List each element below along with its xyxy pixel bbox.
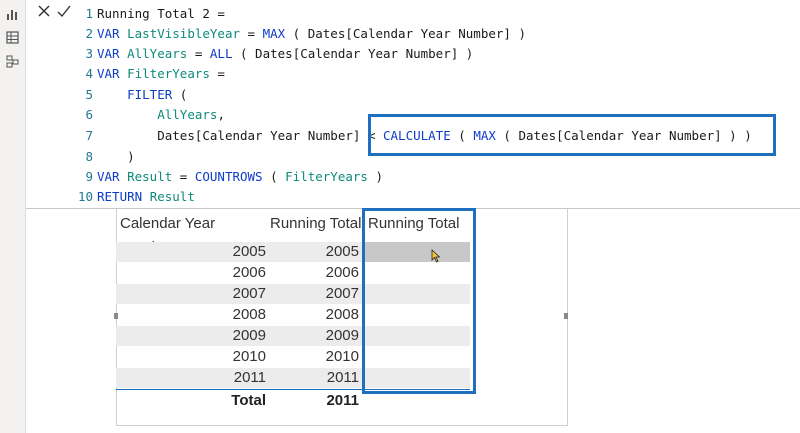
line-number: 5 [85,87,93,102]
operator: = [172,169,195,184]
code-text: ( Dates[Calendar Year Number] ) [285,26,526,41]
keyword: VAR [97,46,128,61]
year-cell: 2011 [233,369,266,386]
keyword: VAR [97,169,128,184]
year-cell: 2007 [232,285,266,302]
column-header-running-total[interactable]: Running Total [270,212,366,236]
line-number: 8 [85,149,93,164]
code-text: Dates[Calendar Year Number] [157,128,361,143]
operator: = [209,66,225,81]
report-view-icon[interactable] [6,8,19,21]
code-line: 4 VAR FilterYears = [78,64,225,84]
total-label: Total [231,392,266,409]
year-cell: 2008 [232,306,266,323]
line-number: 6 [85,107,93,122]
operator: = [240,26,263,41]
running-total-cell: 2006 [325,264,359,281]
line-number: 3 [85,46,93,61]
function: COUNTROWS [194,169,263,184]
keyword: RETURN [97,189,143,204]
function: ALL [209,46,233,61]
code-text: ( [262,169,286,184]
dax-editor[interactable]: 1 Running Total 2 = 2 VAR LastVisibleYear … [78,2,800,206]
running-total-cell: 2009 [325,327,359,344]
year-cell: 2009 [232,327,266,344]
year-cell: 2010 [232,348,266,365]
variable: Result [127,169,173,184]
table-view-icon[interactable] [6,31,19,44]
running-total-cell: 2011 [326,369,359,386]
variable: LastVisibleYear [127,26,240,41]
variable: Result [149,189,195,204]
line-number: 9 [85,169,93,184]
close-icon[interactable] [36,3,52,19]
variable: FilterYears [127,66,210,81]
line-number: 7 [85,128,93,143]
code-text: ) [367,169,384,184]
model-view-icon[interactable] [6,55,19,68]
line-number: 10 [78,189,94,204]
line-number: 1 [85,6,93,21]
code-line: 9 VAR Result = COUNTROWS ( FilterYears ) [78,167,383,187]
checkmark-icon[interactable] [56,3,72,19]
variable: FilterYears [285,169,368,184]
code-text: ( [172,87,188,102]
calculate-highlight-box [368,114,776,156]
function: MAX [262,26,286,41]
operator: = [187,46,210,61]
running-total-cell: 2007 [325,285,359,302]
code-text: ) [127,149,135,164]
year-cell: 2006 [232,264,266,281]
formula-actions [26,0,76,22]
code-line: 10 RETURN Result [78,187,195,207]
mouse-cursor-icon [431,249,441,263]
total-value: 2011 [326,392,359,409]
running-total-cell: 2010 [325,348,359,365]
code-line: 8 ) [78,147,135,167]
running-total-cell: 2005 [325,243,359,260]
keyword: VAR [97,66,128,81]
year-cell: 2005 [232,243,266,260]
keyword: VAR [97,26,128,41]
column-header-year[interactable]: Calendar Year Number [120,212,270,256]
code-line: 3 VAR AllYears = ALL ( Dates[Calendar Yea… [78,44,473,64]
measure-name: Running Total 2 = [97,6,225,21]
resize-handle[interactable] [564,313,568,319]
code-text: , [217,107,225,122]
code-line: 5 FILTER ( [78,85,187,105]
code-line: 1 Running Total 2 = [78,4,225,24]
formula-bar: 1 Running Total 2 = 2 VAR LastVisibleYear … [26,0,800,209]
column-highlight-box [362,208,476,394]
line-number: 4 [85,66,93,81]
variable: AllYears [127,46,188,61]
variable: AllYears [157,107,218,122]
left-rail [0,0,26,433]
running-total-cell: 2008 [325,306,359,323]
code-line: 6 AllYears, [78,105,225,125]
code-text: ( Dates[Calendar Year Number] ) [232,46,474,61]
line-number: 2 [85,26,93,41]
code-line: 2 VAR LastVisibleYear = MAX ( Dates[Calen… [78,24,526,44]
function: FILTER [127,87,173,102]
